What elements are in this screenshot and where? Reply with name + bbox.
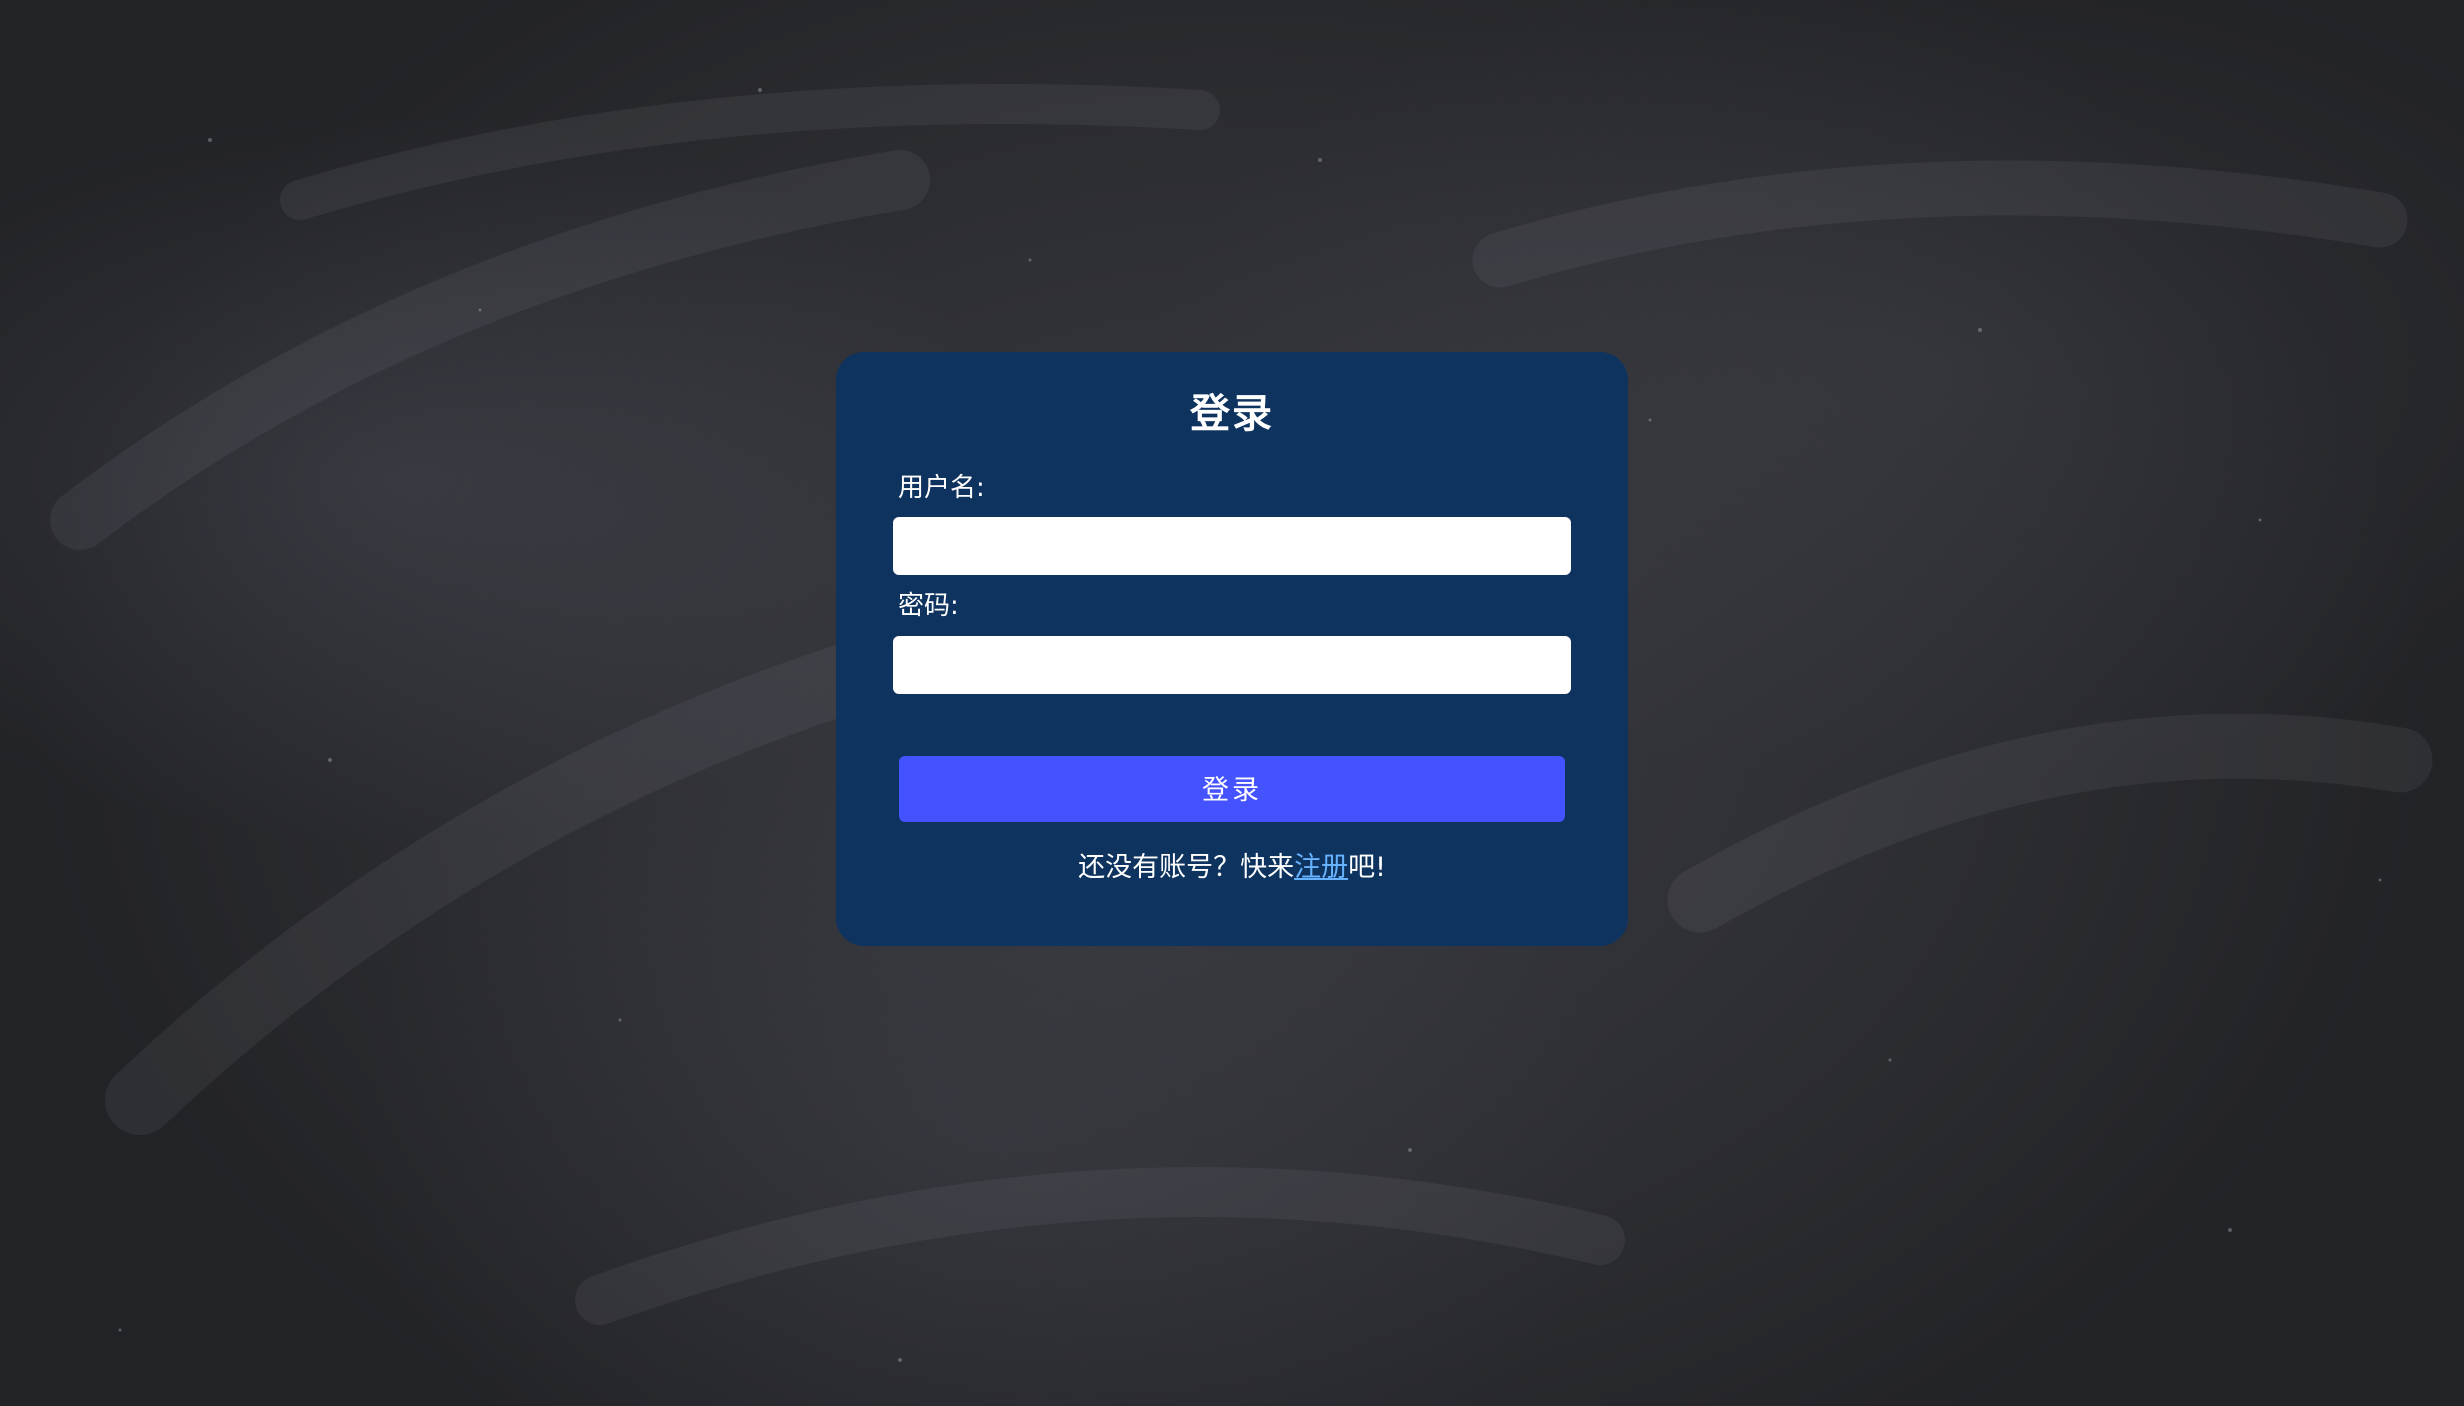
register-link[interactable]: 注册 [1294, 852, 1348, 883]
register-prompt: 还没有账号？快来注册吧! [836, 850, 1628, 886]
username-label: 用户名: [898, 473, 985, 503]
login-button[interactable]: 登录 [899, 756, 1565, 822]
login-title: 登录 [1190, 391, 1274, 437]
register-prefix-text: 还没有账号？快来 [1078, 852, 1295, 883]
password-label: 密码: [898, 591, 959, 621]
username-input[interactable] [893, 517, 1571, 575]
register-suffix-text: 吧! [1348, 852, 1386, 883]
password-input[interactable] [893, 636, 1571, 694]
login-card: 登录 用户名: 密码: 登录 还没有账号？快来注册吧! [836, 352, 1628, 946]
